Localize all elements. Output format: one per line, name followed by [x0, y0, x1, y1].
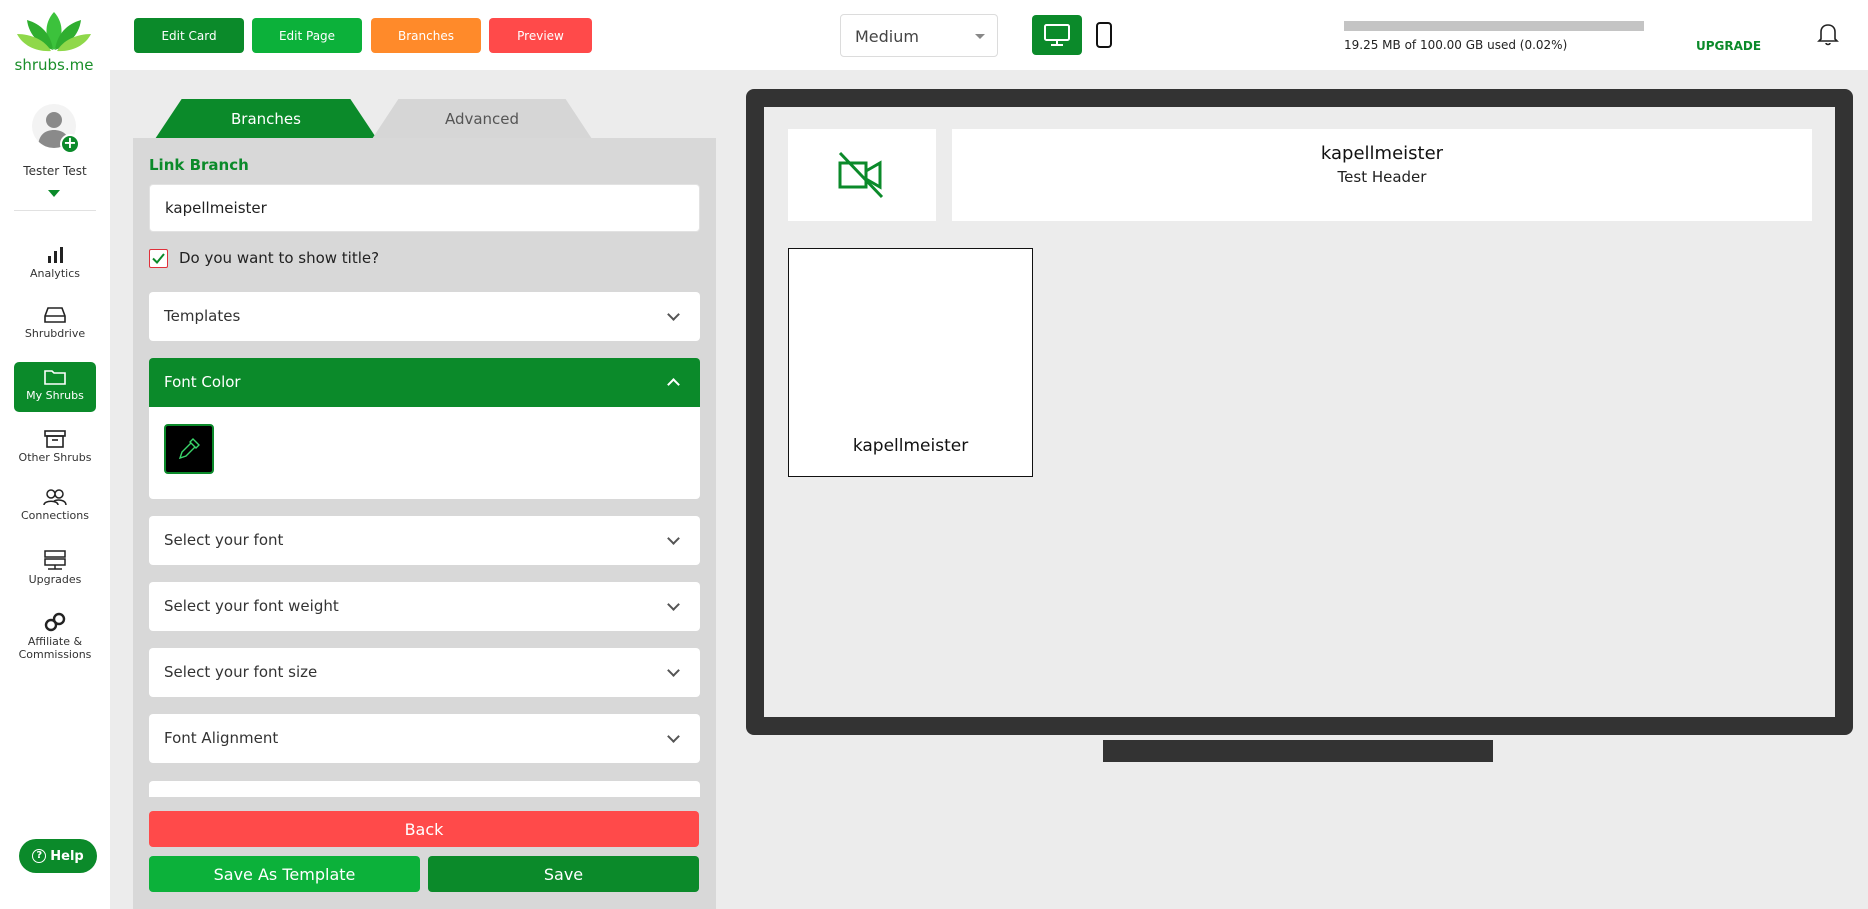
branches-button[interactable]: Branches: [371, 18, 481, 53]
chevron-down-icon: [667, 730, 680, 743]
sidebar-item-label: Connections: [21, 509, 89, 522]
leaf-logo-icon: [17, 12, 91, 52]
font-weight-accordion[interactable]: Select your font weight: [149, 582, 700, 631]
question-icon: ?: [32, 849, 47, 863]
sidebar-item-label: Affiliate & Commissions: [18, 635, 92, 661]
checkmark-icon: [152, 253, 165, 264]
accordion-label: Select your font: [164, 531, 284, 549]
tab-branches[interactable]: Branches: [155, 99, 377, 139]
avatar[interactable]: +: [32, 104, 80, 154]
eyedropper-icon: [178, 438, 200, 460]
mobile-icon: [1096, 22, 1112, 48]
header-title: kapellmeister: [1320, 143, 1444, 164]
sidebar-item-label: Shrubdrive: [24, 327, 86, 340]
save-as-template-button[interactable]: Save As Template: [149, 856, 420, 892]
select-caret-icon: [975, 34, 985, 39]
next-accordion-partial[interactable]: [149, 781, 700, 797]
accordion-label: Font Alignment: [164, 729, 279, 747]
edit-page-button[interactable]: Edit Page: [252, 18, 362, 53]
font-alignment-accordion[interactable]: Font Alignment: [149, 714, 700, 763]
drive-icon: [44, 307, 66, 323]
sidebar-item-connections[interactable]: Connections: [14, 482, 96, 532]
chevron-down-icon: [667, 598, 680, 611]
chevron-up-icon: [667, 378, 680, 391]
edit-card-button[interactable]: Edit Card: [134, 18, 244, 53]
sidebar-item-label: Analytics: [30, 267, 80, 280]
show-title-checkbox[interactable]: [149, 249, 168, 268]
preview-screen: kapellmeister Test Header kapellmeister: [764, 107, 1835, 717]
sidebar-item-affiliate[interactable]: Affiliate & Commissions: [14, 606, 96, 664]
font-color-panel: [149, 407, 700, 499]
branch-card[interactable]: kapellmeister: [788, 248, 1033, 477]
desktop-icon: [1044, 24, 1070, 46]
desktop-view-button[interactable]: [1032, 15, 1082, 55]
sidebar-divider: [14, 210, 96, 211]
font-color-accordion[interactable]: Font Color: [149, 358, 700, 407]
help-label: Help: [50, 848, 84, 864]
preview-button[interactable]: Preview: [489, 18, 592, 53]
sidebar-item-shrubdrive[interactable]: Shrubdrive: [14, 300, 96, 350]
logo[interactable]: shrubs.me: [14, 10, 94, 74]
sidebar: shrubs.me + Tester Test Analytics Shrubd…: [0, 0, 110, 909]
font-family-accordion[interactable]: Select your font: [149, 516, 700, 565]
bar-chart-icon: [48, 247, 63, 263]
storage-progress-bar: [1344, 21, 1644, 31]
users-icon: [43, 489, 67, 506]
sidebar-item-other-shrubs[interactable]: Other Shrubs: [14, 424, 96, 474]
font-size-accordion[interactable]: Select your font size: [149, 648, 700, 697]
sidebar-item-label: Upgrades: [28, 573, 82, 586]
mobile-view-button[interactable]: [1094, 20, 1114, 50]
sidebar-item-label: My Shrubs: [26, 389, 84, 402]
upgrade-link[interactable]: UPGRADE: [1696, 39, 1761, 53]
accordion-label: Select your font size: [164, 663, 318, 681]
back-button[interactable]: Back: [149, 811, 699, 847]
save-button[interactable]: Save: [428, 856, 699, 892]
accordion-label: Font Color: [164, 373, 241, 391]
size-select-value: Medium: [855, 27, 919, 46]
storage-text: 19.25 MB of 100.00 GB used (0.02%): [1344, 38, 1568, 52]
link-icon: [44, 612, 66, 632]
chevron-down-icon: [667, 532, 680, 545]
sidebar-item-label: Other Shrubs: [18, 451, 92, 464]
color-picker-swatch[interactable]: [164, 424, 214, 474]
accordion-label: Templates: [164, 307, 241, 325]
top-bar: Edit Card Edit Page Branches Preview Med…: [110, 0, 1868, 70]
help-button[interactable]: ? Help: [19, 839, 97, 873]
branch-title: kapellmeister: [852, 436, 969, 456]
chevron-down-icon: [667, 664, 680, 677]
folder-icon: [44, 370, 66, 385]
sidebar-item-my-shrubs[interactable]: My Shrubs: [14, 362, 96, 412]
size-select[interactable]: Medium: [840, 14, 998, 57]
chevron-down-icon: [667, 308, 680, 321]
video-off-icon: [838, 151, 884, 199]
tab-advanced[interactable]: Advanced: [372, 99, 592, 139]
notification-bell-icon[interactable]: [1817, 22, 1839, 50]
sidebar-item-upgrades[interactable]: Upgrades: [14, 544, 96, 594]
archive-icon: [44, 430, 66, 448]
header-box: kapellmeister Test Header: [952, 129, 1812, 221]
monitor-stand: [1103, 740, 1493, 762]
accordion-label: Select your font weight: [164, 597, 339, 615]
show-title-label: Do you want to show title?: [179, 249, 380, 267]
logo-text: shrubs.me: [14, 56, 94, 74]
header-subtitle: Test Header: [1337, 168, 1427, 186]
desktop-preview-frame: kapellmeister Test Header kapellmeister: [746, 89, 1853, 735]
server-icon: [44, 550, 66, 570]
templates-accordion[interactable]: Templates: [149, 292, 700, 341]
add-avatar-icon[interactable]: +: [60, 134, 80, 154]
sidebar-item-analytics[interactable]: Analytics: [14, 240, 96, 290]
user-menu-caret-icon[interactable]: [48, 190, 60, 197]
header-media-box: [788, 129, 936, 221]
link-branch-label: Link Branch: [149, 156, 249, 174]
user-name: Tester Test: [23, 164, 87, 178]
link-branch-input[interactable]: kapellmeister: [149, 184, 700, 232]
